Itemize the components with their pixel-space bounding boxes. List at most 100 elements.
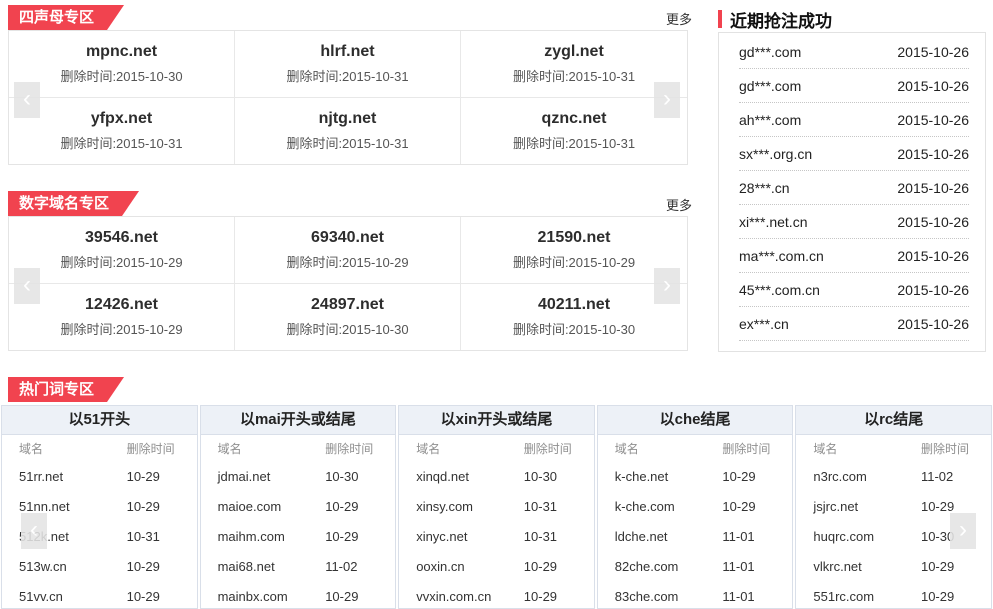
delete-column-header: 删除时间 [722,440,772,457]
hot-table-title: 以mai开头或结尾 [201,406,396,435]
domain-card[interactable]: 39546.net删除时间:2015-10-29 [9,217,235,284]
recent-item: xi***.net.cn2015-10-26 [739,205,969,239]
more-link[interactable]: 更多 [666,195,692,214]
domain-cell[interactable]: mai68.net [218,559,326,574]
table-row: jdmai.net10-30 [201,461,396,491]
domain-cell[interactable]: huqrc.com [813,529,921,544]
hot-table-subheader: 域名删除时间 [2,435,197,461]
domain-cell[interactable]: vlkrc.net [813,559,921,574]
delete-time: 删除时间:2015-10-31 [286,133,408,152]
domain-card[interactable]: hlrf.net删除时间:2015-10-31 [235,31,461,98]
domain-name[interactable]: 24897.net [311,296,384,314]
recent-date: 2015-10-26 [897,78,969,94]
domain-card[interactable]: 12426.net删除时间:2015-10-29 [9,284,235,350]
date-cell: 10-29 [722,469,772,484]
domain-name[interactable]: njtg.net [319,110,377,128]
date-cell: 10-29 [524,559,574,574]
domain-card[interactable]: 69340.net删除时间:2015-10-29 [235,217,461,284]
table-row: vvxin.com.cn10-29 [399,581,594,609]
domain-cell[interactable]: jsjrc.net [813,499,921,514]
hot-table-subheader: 域名删除时间 [598,435,793,461]
domain-name[interactable]: zygl.net [544,43,604,61]
carousel-next-button[interactable]: › [654,82,680,118]
domain-name[interactable]: qznc.net [542,110,607,128]
hot-word-tables: ‹ 以51开头域名删除时间51rr.net10-2951nn.net10-295… [0,405,993,609]
recent-domain: gd***.com [739,78,801,94]
domain-cell[interactable]: 513w.cn [19,559,127,574]
recent-success-list: gd***.com2015-10-26gd***.com2015-10-26ah… [718,32,986,352]
domain-name[interactable]: 12426.net [85,296,158,314]
chevron-right-icon: › [959,516,967,543]
hot-table-subheader: 域名删除时间 [796,435,991,461]
domain-cell[interactable]: k-che.com [615,499,723,514]
domain-name[interactable]: 39546.net [85,229,158,247]
table-row: 51vv.cn10-29 [2,581,197,609]
domain-name[interactable]: hlrf.net [320,43,374,61]
domain-cell[interactable]: 51vv.cn [19,589,127,604]
domain-cell[interactable]: xinyc.net [416,529,524,544]
table-row: 51rr.net10-29 [2,461,197,491]
recent-domain: gd***.com [739,44,801,60]
delete-time: 删除时间:2015-10-31 [60,133,182,152]
recent-date: 2015-10-26 [897,282,969,298]
recent-item: ex***.cn2015-10-26 [739,307,969,341]
hot-table-subheader: 域名删除时间 [399,435,594,461]
table-row: xinqd.net10-30 [399,461,594,491]
domain-name[interactable]: yfpx.net [91,110,152,128]
domain-name[interactable]: 40211.net [538,296,610,314]
date-cell: 10-29 [524,589,574,604]
date-cell: 10-29 [325,589,375,604]
domain-cell[interactable]: maioe.com [218,499,326,514]
domain-cell[interactable]: maihm.com [218,529,326,544]
domain-cell[interactable]: vvxin.com.cn [416,589,524,604]
recent-item: ah***.com 2015-10-26 [739,103,969,137]
recent-date: 2015-10-26 [897,112,969,128]
carousel-next-button[interactable]: › [950,513,976,549]
delete-column-header: 删除时间 [921,440,971,457]
domain-cell[interactable]: 83che.com [615,589,723,604]
domain-cell[interactable]: 551rc.com [813,589,921,604]
domain-card[interactable]: yfpx.net 删除时间:2015-10-31 [9,98,235,164]
recent-domain: ah***.com [739,112,801,128]
carousel-prev-button[interactable]: ‹ [14,82,40,118]
table-row: k-che.com10-29 [598,491,793,521]
domain-column-header: 域名 [19,440,127,457]
domain-cell[interactable]: k-che.net [615,469,723,484]
domain-cell[interactable]: xinsy.com [416,499,524,514]
table-row: maihm.com10-29 [201,521,396,551]
domain-name[interactable]: 21590.net [538,229,611,247]
carousel-next-button[interactable]: › [654,268,680,304]
more-link[interactable]: 更多 [666,9,692,28]
domain-name[interactable]: mpnc.net [86,43,157,61]
domain-cell[interactable]: ooxin.cn [416,559,524,574]
date-cell: 10-29 [921,559,971,574]
recent-item: 45***.com.cn2015-10-26 [739,273,969,307]
hot-table-title: 以rc结尾 [796,406,991,435]
table-row: ldche.net11-01 [598,521,793,551]
domain-column-header: 域名 [218,440,326,457]
domain-cell[interactable]: 51nn.net [19,499,127,514]
domain-name[interactable]: 69340.net [311,229,384,247]
domain-cell[interactable]: xinqd.net [416,469,524,484]
date-cell: 11-02 [325,559,375,574]
chevron-left-icon: ‹ [23,271,31,298]
carousel-prev-button[interactable]: ‹ [14,268,40,304]
date-cell: 10-29 [127,559,177,574]
domain-cell[interactable]: ldche.net [615,529,723,544]
domain-card[interactable]: 24897.net 删除时间:2015-10-30 [235,284,461,350]
domain-cell[interactable]: mainbx.com [218,589,326,604]
recent-date: 2015-10-26 [897,146,969,162]
recent-date: 2015-10-26 [897,44,969,60]
domain-card[interactable]: njtg.net 删除时间:2015-10-31 [235,98,461,164]
carousel-prev-button[interactable]: ‹ [21,513,47,549]
chevron-right-icon: › [663,85,671,112]
domain-card[interactable]: mpnc.net删除时间:2015-10-30 [9,31,235,98]
domain-cell[interactable]: jdmai.net [218,469,326,484]
date-cell: 10-31 [524,499,574,514]
delete-time: 删除时间:2015-10-30 [286,319,408,338]
date-cell: 10-29 [921,499,971,514]
domain-cell[interactable]: 82che.com [615,559,723,574]
domain-cell[interactable]: 51rr.net [19,469,127,484]
domain-cell[interactable]: n3rc.com [813,469,921,484]
hot-table: 以rc结尾域名删除时间n3rc.com11-02jsjrc.net10-29hu… [795,405,992,609]
